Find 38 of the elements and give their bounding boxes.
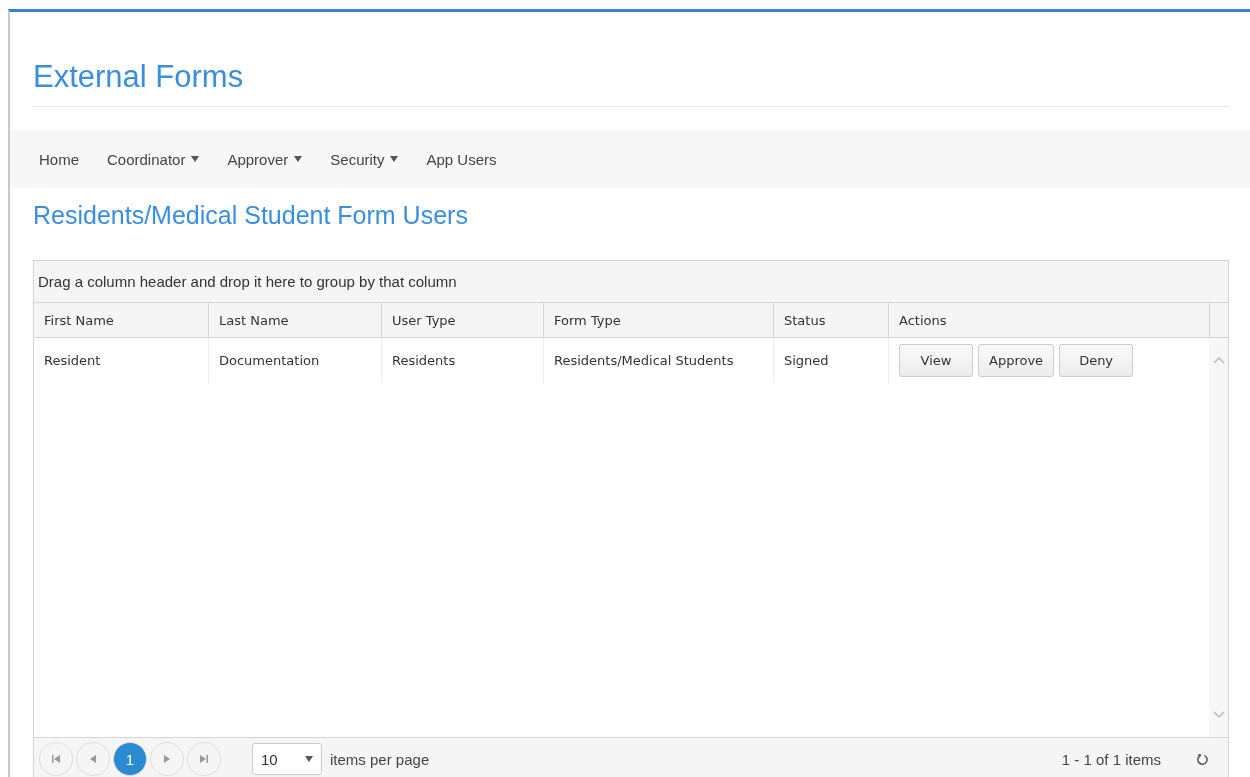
nav-item[interactable]: Security	[318, 150, 415, 168]
page-size-select[interactable]: 10	[252, 743, 322, 775]
page-button[interactable]: 1	[113, 742, 147, 776]
nav-item[interactable]: Coordinator	[95, 150, 216, 168]
nav-item[interactable]: App Users	[414, 150, 513, 168]
action-button[interactable]: Deny	[1059, 344, 1134, 377]
column-header[interactable]: User Type	[381, 303, 543, 337]
column-header[interactable]: Status	[773, 303, 888, 337]
scrollbar[interactable]	[1209, 338, 1228, 737]
caret-icon	[305, 756, 313, 762]
action-button[interactable]: Approve	[978, 344, 1055, 377]
nav-item[interactable]: Approver	[215, 150, 319, 168]
column-header[interactable]: Last Name	[208, 303, 381, 337]
caret-icon	[294, 156, 303, 162]
column-header[interactable]: Form Type	[543, 303, 773, 337]
triangle-arrow-icon	[89, 755, 97, 763]
table-cell: Residents	[381, 338, 543, 383]
group-hint: Drag a column header and drop it here to group by that column	[38, 273, 457, 290]
table-cell: Documentation	[208, 338, 381, 383]
chevron-down-icon[interactable]	[1212, 711, 1225, 719]
page-size-label: items per page	[330, 750, 430, 768]
nav-item[interactable]: Home	[27, 150, 95, 168]
table-cell: Residents/Medical Students	[543, 338, 773, 383]
caret-icon	[390, 156, 399, 162]
app-title: External Forms	[33, 58, 245, 96]
skip-arrow-icon	[200, 755, 208, 763]
triangle-arrow-icon	[163, 755, 171, 763]
action-button[interactable]: View	[899, 344, 973, 377]
refresh-icon[interactable]	[1196, 752, 1209, 766]
pager-info: 1 - 1 of 1 items	[1061, 750, 1161, 768]
column-header[interactable]: First Name	[34, 303, 208, 337]
caret-icon	[191, 156, 200, 162]
table-cell: Signed	[773, 338, 888, 383]
page-title: Residents/Medical Student Form Users	[33, 200, 469, 230]
chevron-up-icon[interactable]	[1212, 356, 1225, 364]
column-header[interactable]: Actions	[888, 303, 1209, 337]
table-cell-text: Resident	[43, 352, 102, 370]
skip-arrow-icon	[52, 755, 60, 763]
